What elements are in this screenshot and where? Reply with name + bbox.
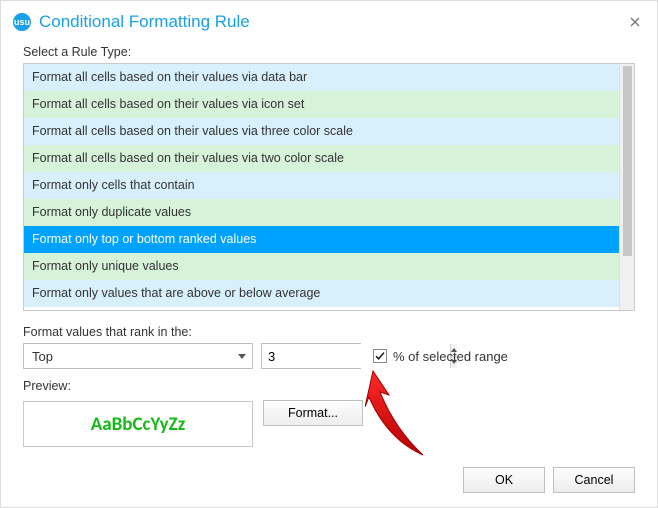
window-title: Conditional Formatting Rule xyxy=(39,12,625,32)
rank-label: Format values that rank in the: xyxy=(23,325,635,339)
rule-type-item[interactable]: Format all cells based on their values v… xyxy=(24,91,619,118)
rule-type-label: Select a Rule Type: xyxy=(23,45,635,59)
rule-type-item[interactable]: Format all cells based on their values v… xyxy=(24,64,619,91)
chevron-down-icon xyxy=(238,354,246,359)
rule-type-item[interactable]: Format all cells based on their values v… xyxy=(24,118,619,145)
close-button[interactable] xyxy=(625,12,645,32)
rule-type-item[interactable]: Format only top or bottom ranked values xyxy=(24,226,619,253)
percent-checkbox[interactable] xyxy=(373,349,387,363)
rule-type-item[interactable]: Format only values that are above or bel… xyxy=(24,280,619,307)
rule-type-item[interactable]: Format only unique values xyxy=(24,253,619,280)
scrollbar-thumb[interactable] xyxy=(623,66,632,256)
ok-button[interactable]: OK xyxy=(463,467,545,493)
rule-list-scrollbar[interactable] xyxy=(619,64,634,310)
dialog-footer: OK Cancel xyxy=(463,467,635,493)
preview-box: AaBbCcYyZz xyxy=(23,401,253,447)
rule-type-list: Format all cells based on their values v… xyxy=(23,63,635,311)
rule-type-item[interactable]: Format all cells based on their values v… xyxy=(24,145,619,172)
rank-count-spinner[interactable] xyxy=(261,343,361,369)
rank-direction-combobox[interactable]: Top xyxy=(23,343,253,369)
format-button[interactable]: Format... xyxy=(263,400,363,426)
percent-checkbox-label: % of selected range xyxy=(393,349,508,364)
cancel-button[interactable]: Cancel xyxy=(553,467,635,493)
preview-label: Preview: xyxy=(23,379,253,393)
app-icon: usu xyxy=(13,13,31,31)
preview-sample-text: AaBbCcYyZz xyxy=(91,413,186,436)
rank-direction-value: Top xyxy=(32,349,53,364)
titlebar: usu Conditional Formatting Rule xyxy=(1,1,657,41)
rule-type-item[interactable]: Format only duplicate values xyxy=(24,199,619,226)
check-icon xyxy=(374,350,386,362)
close-icon xyxy=(630,17,640,27)
rule-type-item[interactable]: Format only cells that contain xyxy=(24,172,619,199)
